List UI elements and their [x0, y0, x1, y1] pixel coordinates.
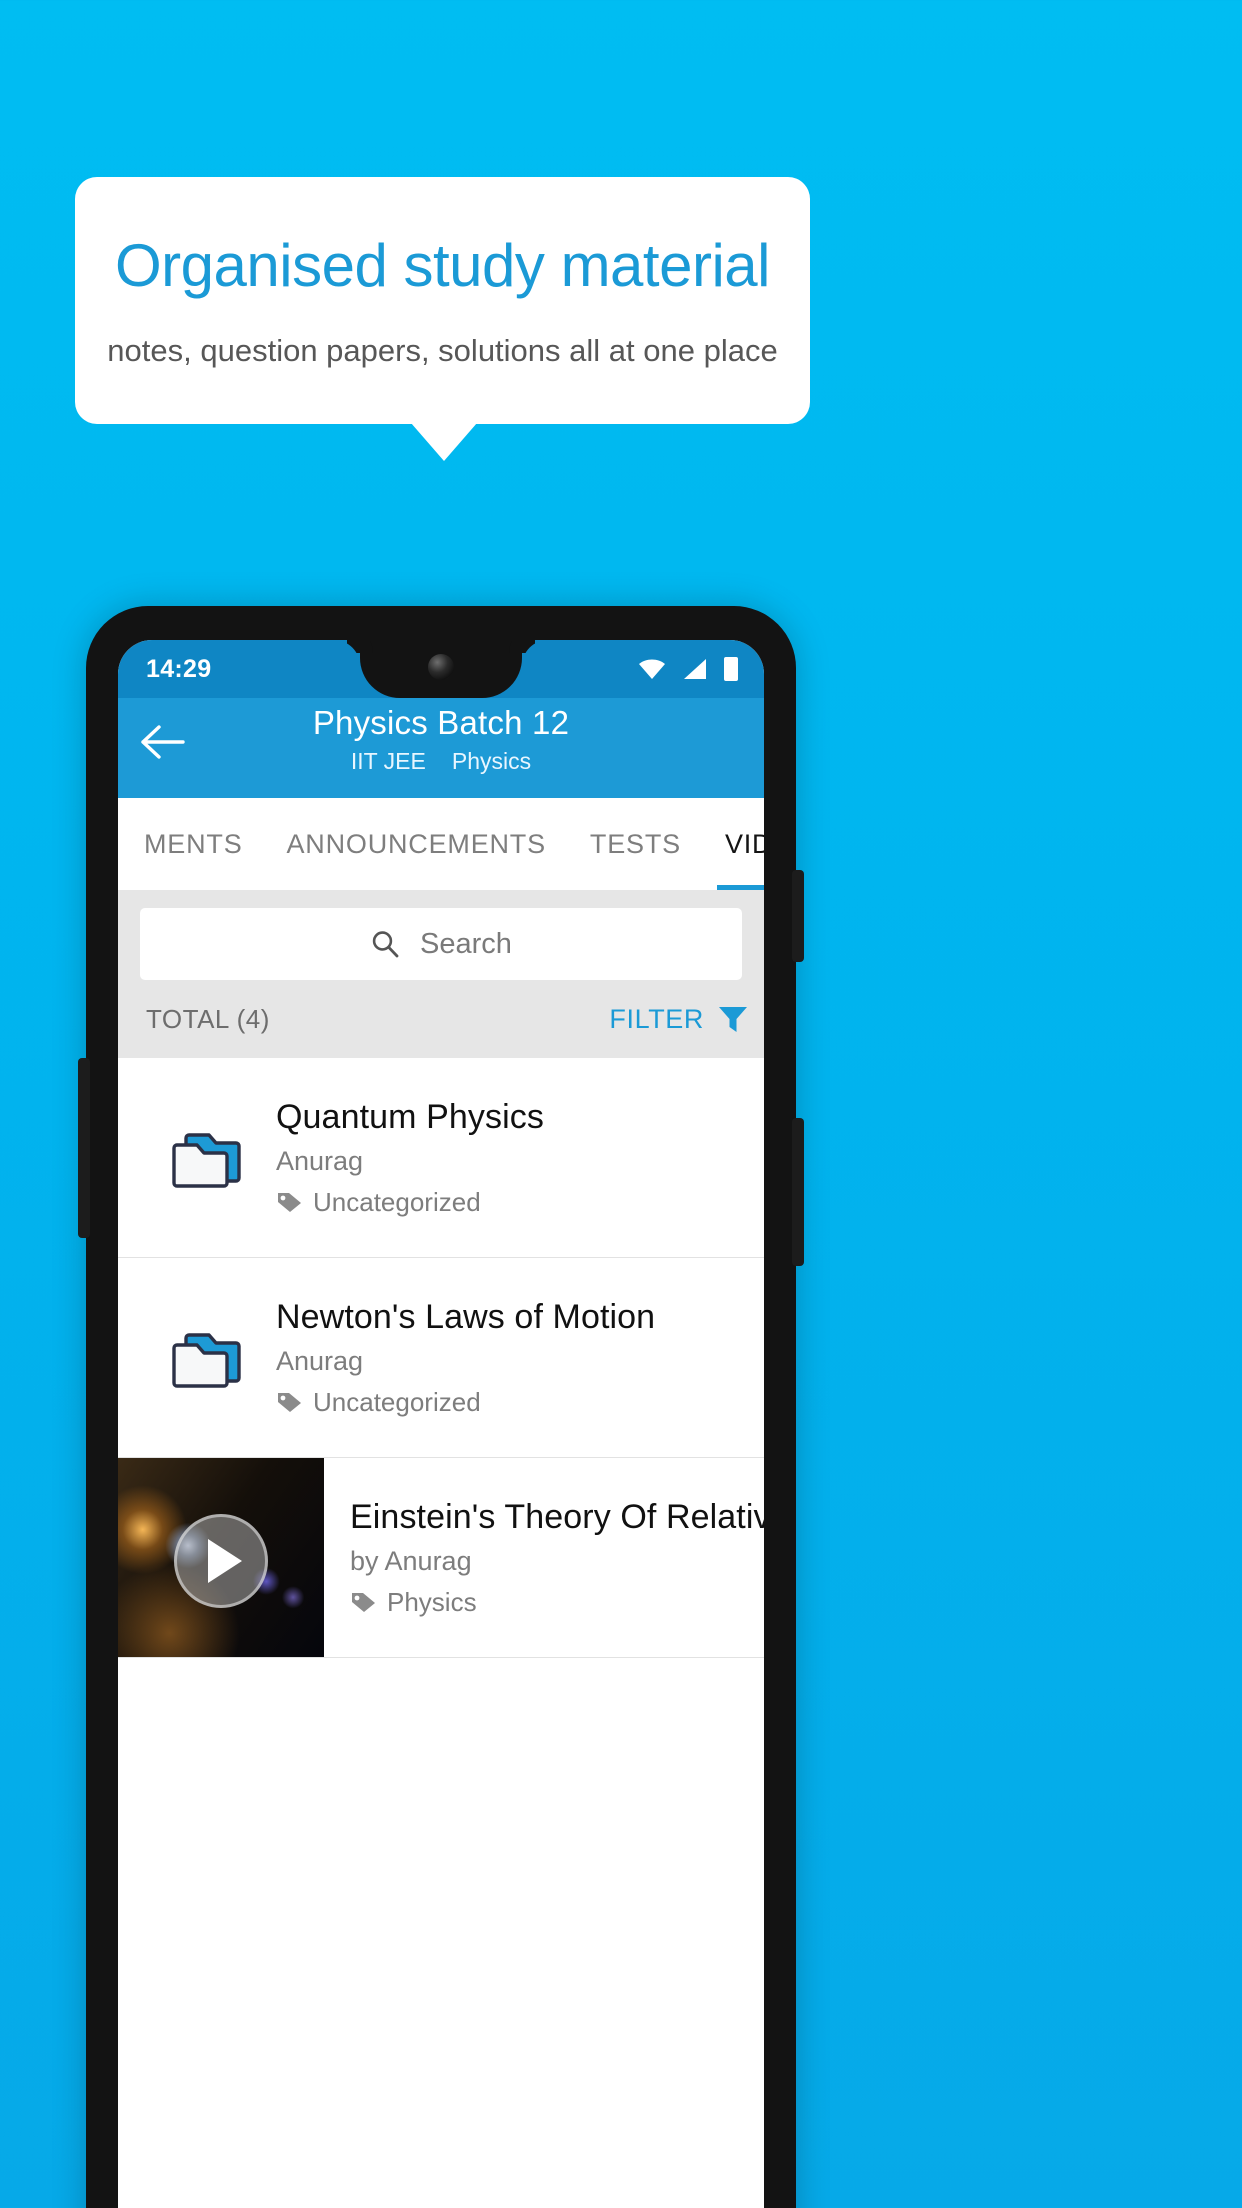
folder-icon: [148, 1125, 268, 1191]
front-camera: [428, 654, 454, 680]
list-item-body: Newton's Laws of Motion Anurag Uncategor…: [268, 1298, 655, 1418]
promo-callout-card: Organised study material notes, question…: [75, 177, 810, 424]
search-icon: [372, 931, 399, 958]
phone-screen: 14:29 Physics Batch 12 IIT JEE Physics M…: [118, 640, 764, 2208]
app-bar: Physics Batch 12 IIT JEE Physics: [118, 698, 764, 798]
list-item-author: by Anurag: [350, 1545, 472, 1576]
phone-notch: [360, 640, 522, 698]
tag-icon: [278, 1193, 301, 1212]
phone-left-button: [78, 1058, 90, 1238]
tab-assignments[interactable]: MENTS: [144, 798, 265, 890]
subtitle-subject: Physics: [451, 748, 532, 774]
list-item-tag: Uncategorized: [276, 1187, 544, 1218]
list-item-title: Quantum Physics: [276, 1097, 544, 1136]
play-icon[interactable]: [174, 1514, 268, 1609]
battery-icon: [724, 657, 738, 681]
content-list: Quantum Physics Anurag Uncategorized New…: [118, 1058, 764, 1658]
search-placeholder: Search: [420, 927, 512, 960]
list-item-tag: Physics: [350, 1587, 764, 1618]
page-title: Physics Batch 12: [312, 704, 570, 741]
play-triangle: [208, 1539, 242, 1584]
list-item-title: Einstein's Theory Of Relativity: [350, 1497, 764, 1536]
list-item-tag-label: Uncategorized: [313, 1186, 481, 1217]
list-item-tag-label: Uncategorized: [313, 1386, 481, 1417]
list-toolbar: TOTAL (4) FILTER: [118, 980, 764, 1058]
back-arrow-icon[interactable]: [140, 722, 186, 762]
tab-bar: MENTS ANNOUNCEMENTS TESTS VIDEOS: [118, 798, 764, 890]
tab-videos[interactable]: VIDEOS: [703, 798, 764, 890]
status-icons: [638, 657, 738, 681]
folder-icon: [148, 1325, 268, 1391]
callout-tail: [411, 423, 477, 461]
list-item-title: Newton's Laws of Motion: [276, 1297, 656, 1336]
page-subtitle: IIT JEE Physics: [118, 748, 764, 775]
tab-announcements[interactable]: ANNOUNCEMENTS: [265, 798, 568, 890]
signal-icon: [684, 659, 706, 679]
promo-title: Organised study material: [115, 231, 770, 299]
list-item[interactable]: Einstein's Theory Of Relativity by Anura…: [118, 1458, 764, 1658]
tag-icon: [352, 1593, 375, 1612]
phone-volume-button: [792, 870, 804, 962]
tag-icon: [278, 1393, 301, 1412]
filter-button[interactable]: FILTER: [609, 1004, 752, 1035]
list-item[interactable]: Newton's Laws of Motion Anurag Uncategor…: [118, 1258, 764, 1458]
subtitle-exam: IIT JEE: [350, 748, 426, 774]
search-input[interactable]: Search: [140, 908, 742, 980]
search-section: Search: [118, 890, 764, 980]
list-item-author: Anurag: [276, 1345, 364, 1376]
video-thumbnail[interactable]: [118, 1458, 324, 1657]
tab-tests[interactable]: TESTS: [568, 798, 703, 890]
filter-label: FILTER: [609, 1003, 704, 1034]
list-item-tag-label: Physics: [387, 1586, 477, 1617]
list-item-body: Quantum Physics Anurag Uncategorized: [268, 1098, 544, 1218]
wifi-icon: [639, 659, 665, 679]
list-item-author: Anurag: [276, 1145, 364, 1176]
app-bar-texts: Physics Batch 12 IIT JEE Physics: [118, 698, 764, 775]
promo-subtitle: notes, question papers, solutions all at…: [107, 332, 778, 368]
total-count-label: TOTAL (4): [146, 1003, 270, 1034]
status-clock: 14:29: [146, 654, 212, 683]
list-item-body: Einstein's Theory Of Relativity by Anura…: [324, 1458, 764, 1657]
list-item-tag: Uncategorized: [276, 1387, 655, 1418]
phone-power-button: [792, 1118, 804, 1266]
phone-mockup: 14:29 Physics Batch 12 IIT JEE Physics M…: [78, 606, 804, 2208]
list-item[interactable]: Quantum Physics Anurag Uncategorized: [118, 1058, 764, 1258]
funnel-icon: [719, 1007, 747, 1032]
